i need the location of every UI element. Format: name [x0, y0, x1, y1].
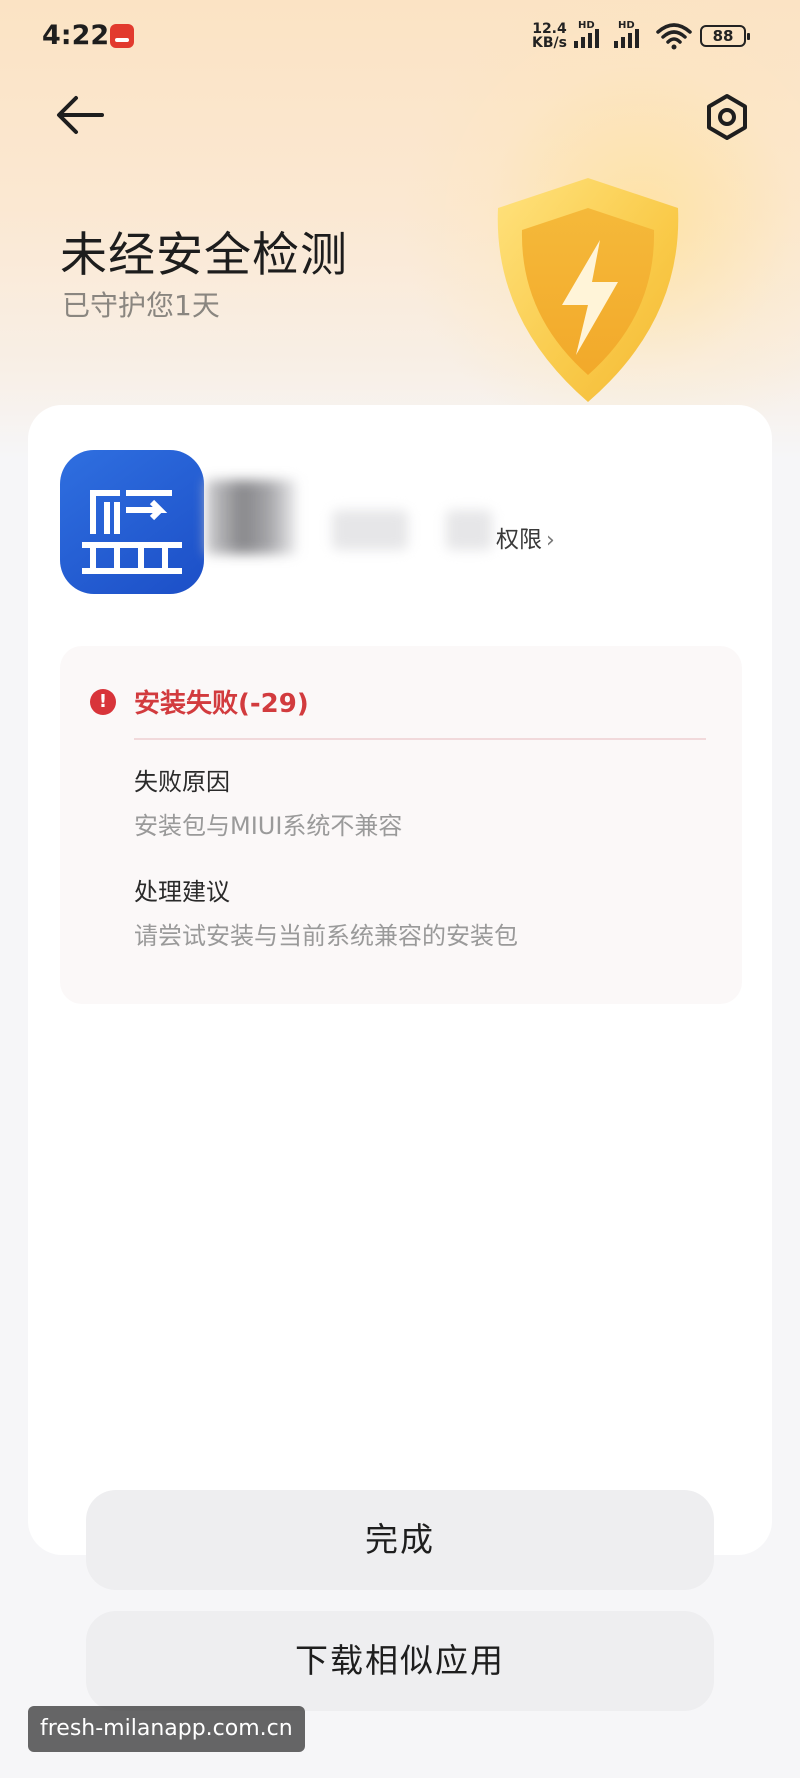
alert-icon: !	[90, 689, 116, 715]
page-subtitle: 已守护您1天	[62, 289, 220, 322]
chevron-right-icon: ›	[546, 528, 555, 553]
permissions-label: 权限	[496, 527, 542, 553]
status-bar: 4:22 12.4 KB/s HD HD 88	[0, 0, 800, 72]
done-button[interactable]: 完成	[86, 1490, 714, 1590]
error-title: 安装失败(-29)	[134, 689, 309, 719]
app-name-redacted	[206, 480, 296, 554]
network-speed-value: 12.4	[532, 21, 567, 37]
status-time: 4:22	[42, 20, 110, 51]
suggestion-label: 处理建议	[134, 878, 230, 906]
signal-icon: HD	[614, 20, 648, 48]
back-button[interactable]	[54, 92, 108, 138]
app-meta-redacted	[332, 510, 408, 550]
network-speed-unit: KB/s	[532, 35, 567, 51]
app-meta-redacted	[446, 510, 492, 550]
shield-lightning-icon	[497, 178, 679, 402]
watermark: fresh-milanapp.com.cn	[28, 1706, 305, 1752]
gear-icon	[707, 94, 747, 140]
wifi-icon	[656, 23, 692, 50]
arrow-left-icon	[57, 96, 104, 134]
failure-reason-value: 安装包与MIUI系统不兼容	[134, 812, 403, 840]
battery-icon: 88	[700, 25, 750, 47]
permissions-link[interactable]: 权限 ›	[496, 520, 555, 554]
download-similar-apps-button[interactable]: 下载相似应用	[86, 1611, 714, 1711]
settings-button[interactable]	[702, 92, 752, 142]
divider	[134, 738, 706, 740]
signal-icon: HD	[574, 20, 608, 48]
notification-app-icon	[110, 24, 134, 48]
network-speed: 12.4 KB/s	[532, 22, 567, 50]
failure-reason-label: 失败原因	[134, 768, 230, 796]
app-icon	[60, 450, 204, 594]
suggestion-value: 请尝试安装与当前系统兼容的安装包	[134, 922, 518, 950]
page-title: 未经安全检测	[60, 228, 348, 283]
